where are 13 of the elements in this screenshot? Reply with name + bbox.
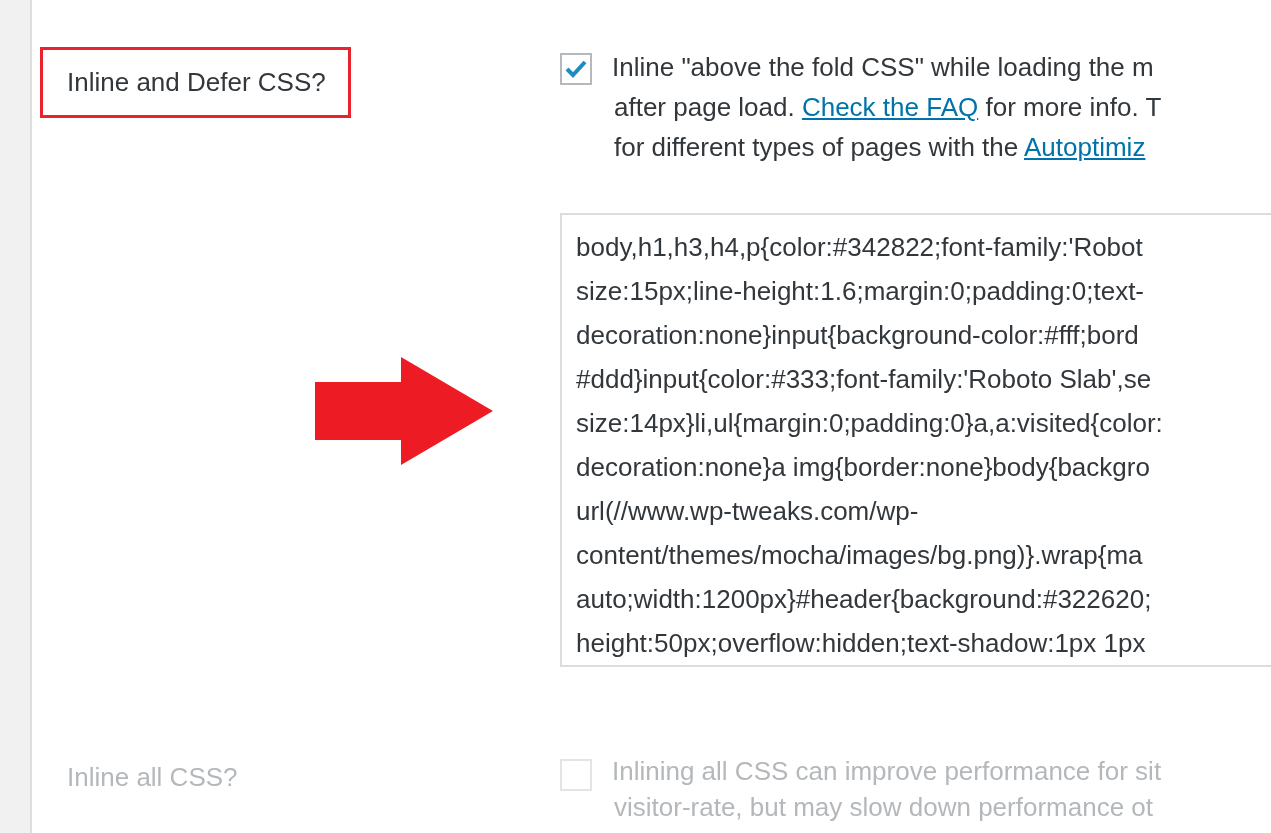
faq-link[interactable]: Check the FAQ bbox=[801, 92, 979, 122]
description-text: Inline "above the fold CSS" while loading the m bbox=[612, 52, 1154, 82]
faq-link[interactable]: Autoptimiz bbox=[1024, 132, 1146, 162]
checkmark-icon bbox=[565, 60, 587, 78]
description-text: for more info. T bbox=[984, 92, 1162, 122]
description-text: visitor-rate, but may slow down performance ot bbox=[614, 792, 1153, 822]
setting-label: Inline and Defer CSS? bbox=[40, 47, 351, 118]
css-textarea[interactable]: body,h1,h3,h4,p{color:#342822;font-family:'Robot size:15px;line-height:1.6;margin:0;padding:0;text- decoration:none}input{background-color:#fff;bord #ddd}input{color:#333;font-family:'Roboto Slab',se size:14px}li,ul{margin:0;padding:0}a,a:visited{color: decoration:none}a img{border:none}body{backgro url(//www.wp-tweaks.com/wp- content/themes/mocha/images/bg.png)}.wrap{ma auto;width:1200px}#header{background:#322620; height:50px;overflow:hidden;text-shadow:1px 1px bbox=[560, 213, 1271, 667]
description-text: Inlining all CSS can improve performance for sit bbox=[612, 756, 1162, 786]
description-text: for different types of pages with the bbox=[614, 132, 1020, 162]
checkbox[interactable] bbox=[560, 53, 592, 85]
description-text: after page load. bbox=[614, 92, 796, 122]
setting-label: Inline all CSS? bbox=[66, 761, 239, 794]
